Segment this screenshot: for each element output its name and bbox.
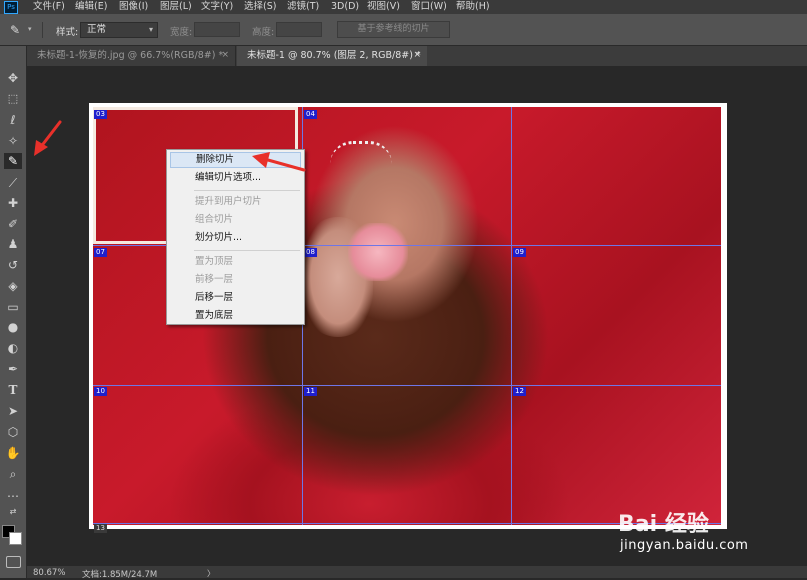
menu-3d[interactable]: 3D(D) [331, 0, 359, 14]
menu-view[interactable]: 视图(V) [367, 0, 400, 14]
dodge-tool-icon[interactable]: ◐ [4, 340, 22, 356]
chevron-down-icon: ▾ [148, 25, 153, 34]
eyedropper-tool-icon[interactable]: ⟋ [4, 175, 22, 191]
hand-tool-icon[interactable]: ✋ [4, 445, 22, 461]
slice-select-tool-icon[interactable]: ✎ [10, 23, 20, 37]
separator [42, 22, 43, 38]
canvas-area[interactable]: 03 04 07 08 09 10 11 12 13 [27, 66, 807, 566]
menu-window[interactable]: 窗口(W) [411, 0, 447, 14]
more-tools-icon[interactable]: ⋯ [4, 488, 22, 504]
style-value: 正常 [87, 24, 107, 35]
menu-item-send-backward[interactable]: 后移一层 [170, 290, 301, 306]
width-label: 宽度: [170, 27, 193, 38]
move-tool-icon[interactable]: ✥ [4, 70, 22, 86]
menu-filter[interactable]: 滤镜(T) [287, 0, 319, 14]
menu-separator [194, 190, 300, 191]
slice-guide [511, 107, 512, 525]
watermark-logo-text: Bai 经验 [618, 511, 709, 537]
height-input [276, 22, 322, 37]
quick-select-tool-icon[interactable]: ✧ [4, 133, 22, 149]
tab-document-1[interactable]: 未标题-1-恢复的.jpg @ 66.7%(RGB/8#) * × [27, 46, 236, 66]
slice-guide [93, 385, 721, 386]
type-tool-icon[interactable]: T [4, 382, 22, 398]
tab-document-2[interactable]: 未标题-1 @ 80.7% (图层 2, RGB/8#) * × [237, 46, 427, 66]
menu-item-bring-to-front: 置为顶层 [195, 256, 234, 267]
document-size-status: 文档:1.85M/24.7M [82, 570, 158, 580]
document-tab-bar: 未标题-1-恢复的.jpg @ 66.7%(RGB/8#) * × 未标题-1 … [27, 46, 807, 66]
menu-item-send-to-back[interactable]: 置为底层 [170, 308, 301, 324]
flower [348, 223, 408, 281]
tools-panel: ✥ ⬚ ℓ ✧ ✎ ⟋ ✚ ✐ ♟ ↺ ◈ ▭ ● ◐ ✒ T ➤ ⬡ ✋ ⌕ … [0, 46, 27, 578]
slice-context-menu: 删除切片 编辑切片选项... 提升到用户切片 组合切片 划分切片... 置为顶层… [166, 149, 305, 325]
menu-help[interactable]: 帮助(H) [456, 0, 490, 14]
style-select[interactable]: 正常 ▾ [80, 22, 158, 38]
zoom-level[interactable]: 80.67% [33, 568, 65, 578]
options-bar: ✎ ▾ 样式: 正常 ▾ 宽度: 高度: 基于参考线的切片 [0, 14, 807, 46]
lasso-tool-icon[interactable]: ℓ [4, 112, 22, 128]
slice-tag: 13 [94, 524, 107, 533]
chevron-down-icon[interactable]: ▾ [28, 25, 32, 33]
tab-label: 未标题-1 @ 80.7% (图层 2, RGB/8#) * [247, 50, 421, 61]
menu-separator [194, 250, 300, 251]
slice-tag: 10 [94, 387, 107, 396]
healing-brush-tool-icon[interactable]: ✚ [4, 195, 22, 211]
status-menu-arrow-icon[interactable]: 〉 [207, 568, 215, 579]
clone-stamp-tool-icon[interactable]: ♟ [4, 236, 22, 252]
brush-tool-icon[interactable]: ✐ [4, 216, 22, 232]
close-icon[interactable]: × [221, 46, 229, 65]
tiara [330, 141, 392, 164]
swap-colors-icon[interactable]: ⇄ [4, 507, 22, 517]
menu-edit[interactable]: 编辑(E) [75, 0, 107, 14]
menu-layer[interactable]: 图层(L) [160, 0, 192, 14]
background-color-swatch[interactable] [9, 532, 22, 545]
slice-tag: 12 [513, 387, 526, 396]
slice-tag: 04 [304, 110, 317, 119]
menu-item-divide-slice[interactable]: 划分切片... [170, 230, 301, 246]
tab-label: 未标题-1-恢复的.jpg @ 66.7%(RGB/8#) * [37, 50, 224, 61]
photoshop-logo: Ps [4, 1, 18, 14]
style-label: 样式: [56, 27, 79, 38]
history-brush-tool-icon[interactable]: ↺ [4, 257, 22, 273]
path-selection-tool-icon[interactable]: ➤ [4, 403, 22, 419]
eraser-tool-icon[interactable]: ◈ [4, 278, 22, 294]
menu-item-bring-forward: 前移一层 [195, 274, 234, 285]
menu-bar: Ps 文件(F) 编辑(E) 图像(I) 图层(L) 文字(Y) 选择(S) 滤… [0, 0, 807, 14]
pen-tool-icon[interactable]: ✒ [4, 361, 22, 377]
marquee-tool-icon[interactable]: ⬚ [4, 91, 22, 107]
slice-tag: 07 [94, 248, 107, 257]
menu-item-promote-slice: 提升到用户切片 [195, 196, 262, 207]
slice-tag: 11 [304, 387, 317, 396]
slice-tag: 08 [304, 248, 317, 257]
menu-item-delete-slice[interactable]: 删除切片 [170, 152, 301, 168]
slice-tag: 03 [94, 110, 107, 119]
menu-file[interactable]: 文件(F) [33, 0, 65, 14]
menu-select[interactable]: 选择(S) [244, 0, 276, 14]
slices-from-guides-button[interactable]: 基于参考线的切片 [337, 21, 450, 38]
menu-type[interactable]: 文字(Y) [201, 0, 233, 14]
shape-tool-icon[interactable]: ⬡ [4, 424, 22, 440]
slice-tool-icon[interactable]: ✎ [4, 153, 22, 169]
menu-item-edit-slice-options[interactable]: 编辑切片选项... [170, 170, 301, 186]
menu-image[interactable]: 图像(I) [119, 0, 148, 14]
zoom-tool-icon[interactable]: ⌕ [4, 466, 22, 482]
height-label: 高度: [252, 27, 275, 38]
baidu-jingyan-watermark-logo: Bai 经验 [618, 511, 709, 537]
close-icon[interactable]: × [413, 46, 421, 65]
quick-mask-icon[interactable] [6, 556, 21, 568]
menu-item-combine-slices: 组合切片 [195, 214, 234, 225]
gradient-tool-icon[interactable]: ▭ [4, 299, 22, 315]
width-input [194, 22, 240, 37]
slice-tag: 09 [513, 248, 526, 257]
blur-tool-icon[interactable]: ● [4, 319, 22, 335]
watermark-url: jingyan.baidu.com [620, 538, 749, 553]
